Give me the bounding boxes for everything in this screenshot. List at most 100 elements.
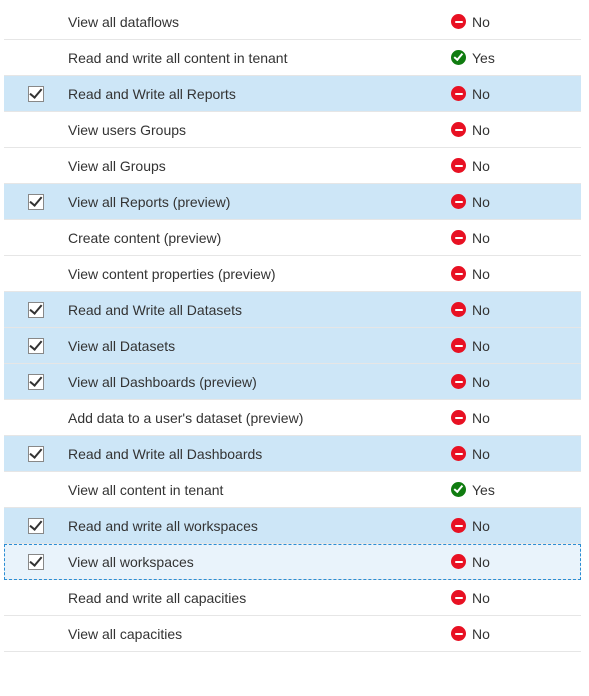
permission-label: Read and write all capacities [68, 590, 451, 606]
status-cell: No [451, 374, 581, 390]
permission-row[interactable]: View all Datasets No [4, 328, 581, 364]
permission-label: View users Groups [68, 122, 451, 138]
row-checkbox[interactable] [28, 302, 44, 318]
status-text: No [472, 518, 490, 534]
granted-icon [451, 50, 466, 65]
permission-label: View all content in tenant [68, 482, 451, 498]
status-text: No [472, 230, 490, 246]
permission-row[interactable]: Read and write all capacities No [4, 580, 581, 616]
status-cell: No [451, 266, 581, 282]
status-text: Yes [472, 482, 495, 498]
denied-icon [451, 626, 466, 641]
permission-row[interactable]: Read and write all content in tenant Yes [4, 40, 581, 76]
permission-row[interactable]: View users Groups No [4, 112, 581, 148]
status-cell: No [451, 410, 581, 426]
row-checkbox[interactable] [28, 194, 44, 210]
denied-icon [451, 194, 466, 209]
status-text: No [472, 590, 490, 606]
permission-label: View all capacities [68, 626, 451, 642]
status-cell: No [451, 86, 581, 102]
status-text: Yes [472, 50, 495, 66]
status-cell: No [451, 626, 581, 642]
permission-label: View all Datasets [68, 338, 451, 354]
checkbox-cell [4, 518, 68, 534]
row-checkbox[interactable] [28, 338, 44, 354]
status-cell: No [451, 194, 581, 210]
permission-label: View all Groups [68, 158, 451, 174]
granted-icon [451, 482, 466, 497]
permission-label: Read and Write all Dashboards [68, 446, 451, 462]
permission-label: Read and Write all Datasets [68, 302, 451, 318]
permission-row[interactable]: View content properties (preview) No [4, 256, 581, 292]
permission-label: View all dataflows [68, 14, 451, 30]
row-checkbox[interactable] [28, 446, 44, 462]
status-cell: No [451, 446, 581, 462]
status-text: No [472, 554, 490, 570]
denied-icon [451, 86, 466, 101]
denied-icon [451, 302, 466, 317]
status-text: No [472, 158, 490, 174]
status-cell: No [451, 338, 581, 354]
denied-icon [451, 518, 466, 533]
status-cell: No [451, 554, 581, 570]
status-text: No [472, 194, 490, 210]
status-text: No [472, 446, 490, 462]
permission-label: Read and write all content in tenant [68, 50, 451, 66]
status-text: No [472, 14, 490, 30]
status-cell: No [451, 590, 581, 606]
permission-row[interactable]: View all capacities No [4, 616, 581, 652]
permission-row[interactable]: View all Reports (preview)No [4, 184, 581, 220]
checkbox-cell [4, 374, 68, 390]
permission-row[interactable]: View all workspaces No [4, 544, 581, 580]
permission-row[interactable]: Create content (preview) No [4, 220, 581, 256]
row-checkbox[interactable] [28, 554, 44, 570]
status-cell: No [451, 518, 581, 534]
checkbox-cell [4, 194, 68, 210]
status-cell: No [451, 14, 581, 30]
permission-label: Add data to a user's dataset (preview) [68, 410, 451, 426]
permission-row[interactable]: View all content in tenant Yes [4, 472, 581, 508]
denied-icon [451, 158, 466, 173]
status-cell: Yes [451, 482, 581, 498]
checkbox-cell [4, 554, 68, 570]
permission-row[interactable]: View all Dashboards (preview) No [4, 364, 581, 400]
denied-icon [451, 554, 466, 569]
permission-label: View all workspaces [68, 554, 451, 570]
denied-icon [451, 446, 466, 461]
status-text: No [472, 122, 490, 138]
status-cell: Yes [451, 50, 581, 66]
row-checkbox[interactable] [28, 86, 44, 102]
permission-label: View content properties (preview) [68, 266, 451, 282]
status-cell: No [451, 122, 581, 138]
denied-icon [451, 122, 466, 137]
denied-icon [451, 266, 466, 281]
status-text: No [472, 338, 490, 354]
checkbox-cell [4, 446, 68, 462]
denied-icon [451, 590, 466, 605]
status-text: No [472, 410, 490, 426]
permission-label: Read and write all workspaces [68, 518, 451, 534]
checkbox-cell [4, 338, 68, 354]
denied-icon [451, 374, 466, 389]
permission-row[interactable]: Read and Write all ReportsNo [4, 76, 581, 112]
permission-row[interactable]: Read and Write all Datasets No [4, 292, 581, 328]
denied-icon [451, 410, 466, 425]
permission-row[interactable]: View all dataflows No [4, 4, 581, 40]
denied-icon [451, 230, 466, 245]
checkbox-cell [4, 86, 68, 102]
permission-row[interactable]: Read and write all workspaces No [4, 508, 581, 544]
permission-label: View all Dashboards (preview) [68, 374, 451, 390]
permission-row[interactable]: View all Groups No [4, 148, 581, 184]
denied-icon [451, 14, 466, 29]
status-text: No [472, 374, 490, 390]
row-checkbox[interactable] [28, 518, 44, 534]
status-text: No [472, 266, 490, 282]
status-text: No [472, 626, 490, 642]
permission-row[interactable]: Read and Write all Dashboards No [4, 436, 581, 472]
status-text: No [472, 302, 490, 318]
permission-label: Create content (preview) [68, 230, 451, 246]
checkbox-cell [4, 302, 68, 318]
permission-row[interactable]: Add data to a user's dataset (preview) No [4, 400, 581, 436]
row-checkbox[interactable] [28, 374, 44, 390]
status-cell: No [451, 230, 581, 246]
